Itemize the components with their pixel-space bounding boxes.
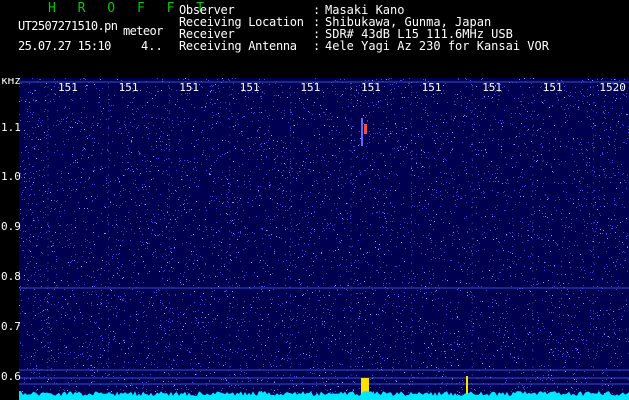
y-tick-label: 1.0 xyxy=(1,170,21,183)
count-value: 4.. xyxy=(141,39,163,53)
x-tick-label: 151 xyxy=(361,81,381,94)
meteor-trail xyxy=(361,118,363,146)
x-tick-label: 151 xyxy=(58,81,78,94)
x-tick-label: 151 xyxy=(179,81,199,94)
info-row-antenna: Receiving Antenna:4ele Yagi Az 230 for K… xyxy=(179,39,549,53)
y-tick-label: 0.9 xyxy=(1,220,21,233)
burst-marker-secondary xyxy=(466,376,468,396)
x-tick-label: 151 xyxy=(240,81,260,94)
y-unit-label: kHz xyxy=(1,78,21,87)
y-tick-label: 1.1 xyxy=(1,121,21,134)
station-info: Observer: Masaki Kano Receiving Location:… xyxy=(179,4,549,52)
spectrogram-background xyxy=(19,78,629,400)
x-tick-label: 151 xyxy=(119,81,139,94)
mode-label: meteor xyxy=(123,24,163,38)
file-name: UT2507271510.pn xyxy=(18,19,118,33)
x-tick-label: 151 xyxy=(300,81,320,94)
x-tick-label: 151 xyxy=(422,81,442,94)
x-tick-label: 1520 xyxy=(599,81,626,94)
y-tick-label: 0.7 xyxy=(1,320,21,333)
y-tick-label: 0.8 xyxy=(1,270,21,283)
meteor-echo xyxy=(364,124,367,134)
date-time: 25.07.27 15:10 xyxy=(18,39,111,53)
y-tick-label: 0.6 xyxy=(1,370,21,383)
x-tick-label: 151 xyxy=(543,81,563,94)
x-tick-label: 151 xyxy=(482,81,502,94)
spectrogram-panel: 1.1 1.0 0.9 0.8 0.7 0.6 151 151 151 151 151 151 151 1… xyxy=(0,78,629,400)
spectrogram-svg: 1.1 1.0 0.9 0.8 0.7 0.6 151 151 151 151 151 151 151 1… xyxy=(1,78,629,400)
header-panel: H R O F F T UT2507271510.pn meteor 25.07… xyxy=(0,0,629,72)
